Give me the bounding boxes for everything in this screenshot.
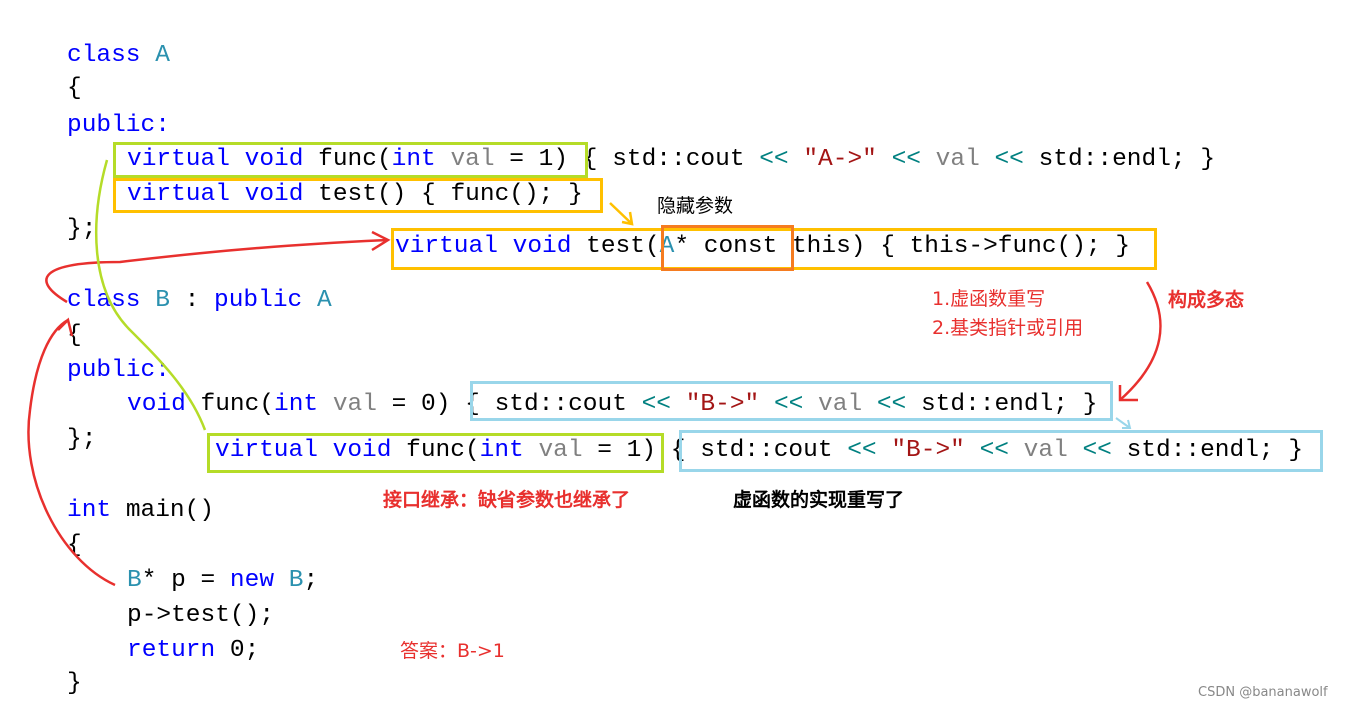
red-arrowhead-2	[57, 317, 74, 337]
arrows-layer	[27, 159, 1162, 587]
watermark: CSDN @bananawolf	[1198, 685, 1328, 700]
red-arrow-p-to-classb	[27, 318, 116, 587]
condition-1-label: 1.虚函数重写	[932, 288, 1046, 310]
polymorphism-label: 构成多态	[1168, 289, 1245, 311]
hidden-param-label: 隐藏参数	[657, 195, 734, 217]
condition-2-label: 2.基类指针或引用	[932, 317, 1084, 339]
cyan-arrow	[1115, 417, 1132, 429]
impl-override-label: 虚函数的实现重写了	[733, 489, 905, 511]
yellow-arrow-test-expand	[609, 202, 634, 226]
interface-inherit-label: 接口继承：缺省参数也继承了	[383, 489, 631, 511]
green-arrow-func-to-derived	[95, 159, 207, 431]
answer-label: 答案：B->1	[400, 640, 505, 662]
red-arc-polymorphism	[1119, 281, 1162, 401]
